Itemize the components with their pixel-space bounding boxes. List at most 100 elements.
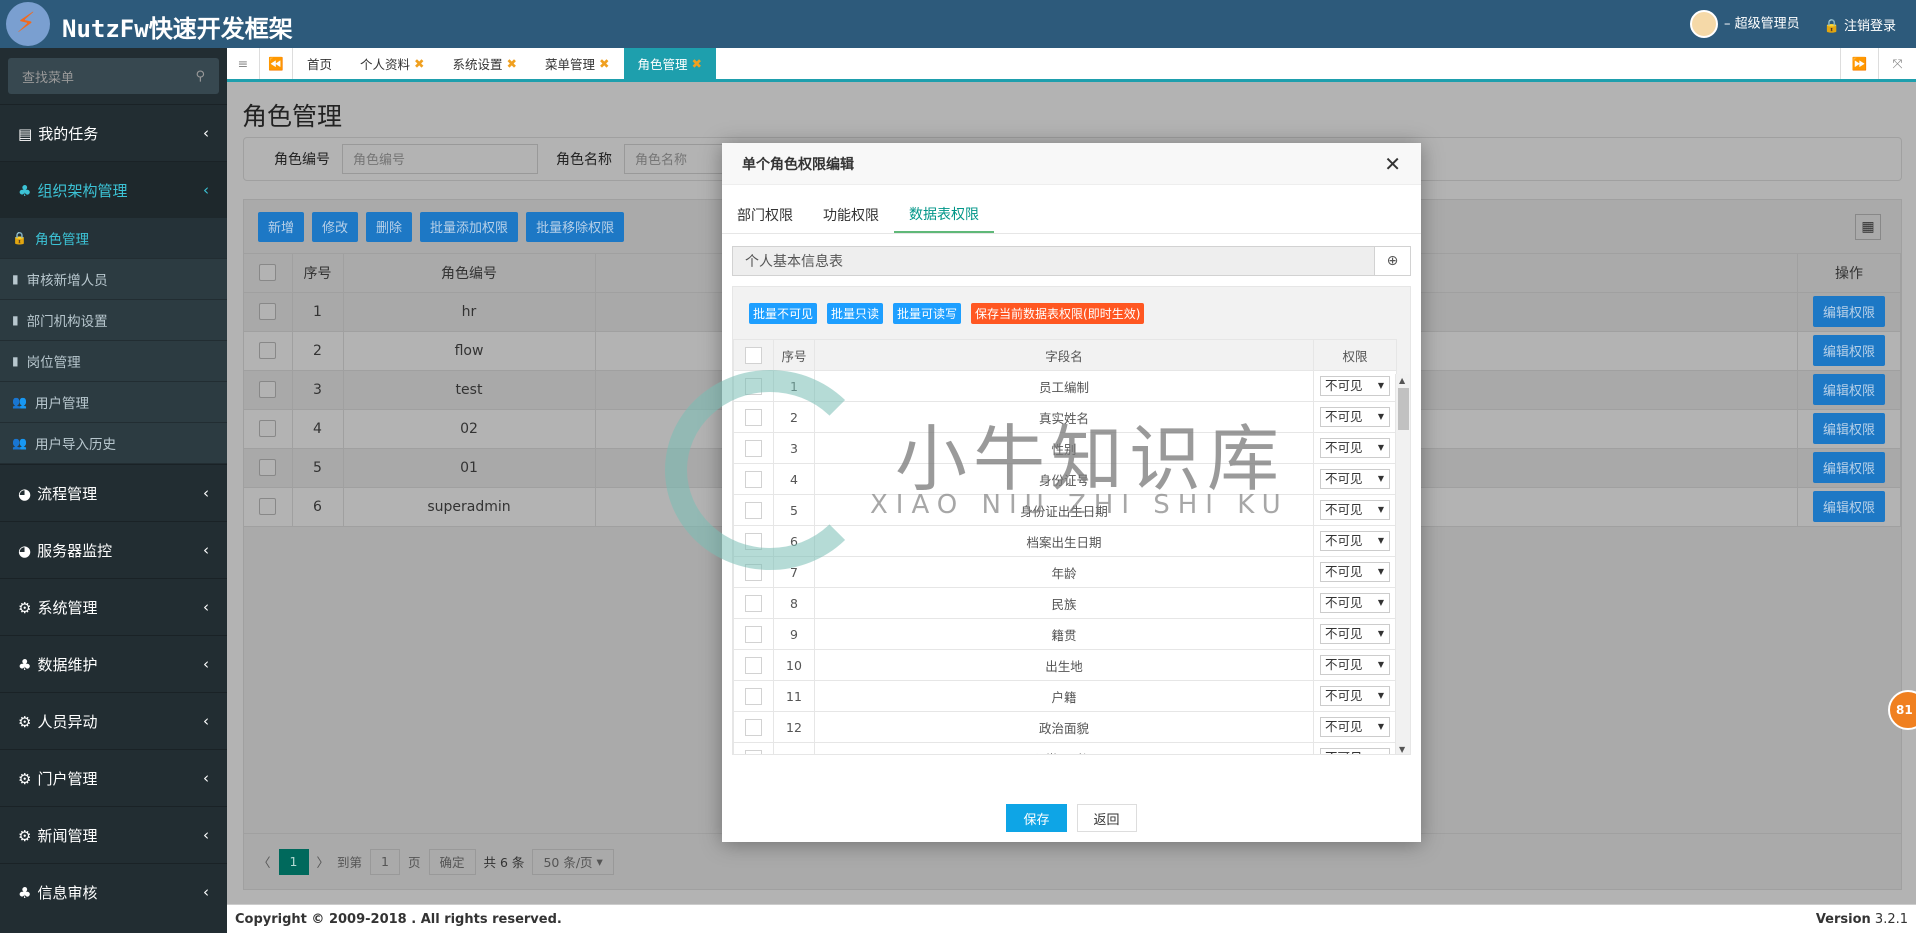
permission-select[interactable]: 不可见 <box>1320 562 1390 582</box>
sidebar-subitem[interactable]: ▮ 部门机构设置 <box>0 300 227 341</box>
row-checkbox[interactable] <box>259 381 277 398</box>
dialog-tab[interactable]: 功能权限 <box>823 196 894 233</box>
sidebar-subitem[interactable]: 👥 用户导入历史 <box>0 423 227 464</box>
page-size-select[interactable]: 50 条/页 ▾ <box>532 848 614 875</box>
row-checkbox[interactable] <box>259 420 277 437</box>
sidebar-item[interactable]: ◕ 流程管理 ‹ <box>0 464 227 521</box>
edit-permission-button[interactable]: 编辑权限 <box>1812 296 1885 327</box>
sidebar-item[interactable]: ♣ 信息审核 ‹ <box>0 863 227 920</box>
close-icon[interactable]: ✕ <box>1384 152 1401 176</box>
fullscreen-icon[interactable]: ⤧ <box>1878 48 1916 79</box>
edit-permission-button[interactable]: 编辑权限 <box>1812 374 1885 405</box>
batch-button[interactable]: 批量可读写 <box>893 302 962 324</box>
tab[interactable]: 角色管理 ✖ <box>623 48 717 79</box>
field-checkbox[interactable] <box>745 470 762 488</box>
edit-permission-button[interactable]: 编辑权限 <box>1812 452 1885 483</box>
sidebar-item[interactable]: ♣ 组织架构管理 ‹ <box>0 161 227 218</box>
sidebar-item[interactable]: ♣ 数据维护 ‹ <box>0 635 227 692</box>
field-checkbox[interactable] <box>745 563 762 581</box>
dialog-tab[interactable]: 部门权限 <box>737 196 808 233</box>
goto-page-input[interactable]: 1 <box>370 848 400 875</box>
toolbar-button[interactable]: 新增 <box>258 211 305 242</box>
close-tab-icon[interactable]: ✖ <box>692 56 702 71</box>
row-checkbox[interactable] <box>259 459 277 476</box>
field-checkbox[interactable] <box>745 718 762 736</box>
columns-icon[interactable]: ▦ <box>1855 214 1881 240</box>
edit-permission-button[interactable]: 编辑权限 <box>1812 335 1885 366</box>
table-select[interactable]: 个人基本信息表 ⊕ <box>732 246 1411 276</box>
field-checkbox[interactable] <box>745 749 762 754</box>
field-checkbox[interactable] <box>745 501 762 519</box>
tab[interactable]: 系统设置 ✖ <box>439 48 532 79</box>
prev-page-icon[interactable]: 〈 <box>258 852 271 871</box>
edit-permission-button[interactable]: 编辑权限 <box>1812 491 1885 522</box>
permission-select[interactable]: 不可见 <box>1320 407 1390 427</box>
close-tab-icon[interactable]: ✖ <box>599 56 609 71</box>
user-menu[interactable]: – 超级管理员 <box>1690 10 1800 38</box>
next-page-icon[interactable]: 〉 <box>317 852 330 871</box>
field-checkbox[interactable] <box>745 408 762 426</box>
scroll-right-icon[interactable]: ⏩ <box>1840 48 1878 79</box>
sidebar-item[interactable]: ⚙ 新闻管理 ‹ <box>0 806 227 863</box>
toolbar-button[interactable]: 批量移除权限 <box>526 211 625 242</box>
permission-select[interactable]: 不可见 <box>1320 748 1390 754</box>
field-checkbox[interactable] <box>745 687 762 705</box>
logout-button[interactable]: 🔒 注销登录 <box>1824 15 1896 34</box>
select-all-checkbox[interactable] <box>259 264 277 282</box>
sidebar-subitem[interactable]: 🔒 角色管理 <box>0 218 227 259</box>
batch-button[interactable]: 保存当前数据表权限(即时生效) <box>971 302 1145 324</box>
field-checkbox[interactable] <box>745 377 762 395</box>
permission-select[interactable]: 不可见 <box>1320 438 1390 458</box>
permission-select[interactable]: 不可见 <box>1320 469 1390 489</box>
permission-select[interactable]: 不可见 <box>1320 376 1390 396</box>
select-all-fields-checkbox[interactable] <box>745 346 762 364</box>
tab[interactable]: 个人资料 ✖ <box>346 48 439 79</box>
role-code-input[interactable] <box>342 144 538 174</box>
sidebar-subitem[interactable]: 👥 用户管理 <box>0 382 227 423</box>
dialog-tab[interactable]: 数据表权限 <box>894 196 994 233</box>
scroll-left-icon[interactable]: ⏪ <box>260 48 293 79</box>
goto-confirm-button[interactable]: 确定 <box>428 848 476 875</box>
permission-select[interactable]: 不可见 <box>1320 531 1390 551</box>
row-checkbox[interactable] <box>259 303 277 320</box>
download-icon[interactable]: ⊕ <box>1374 247 1410 275</box>
toolbar-button[interactable]: 修改 <box>312 211 359 242</box>
menu-search-input[interactable]: 查找菜单 ⚲ <box>8 58 219 94</box>
toolbar-button[interactable]: 批量添加权限 <box>420 211 519 242</box>
field-checkbox[interactable] <box>745 656 762 674</box>
field-checkbox[interactable] <box>745 439 762 457</box>
save-button[interactable]: 保存 <box>1006 804 1067 832</box>
sidebar-item[interactable]: ▤ 我的任务 ‹ <box>0 104 227 161</box>
search-icon[interactable]: ⚲ <box>195 69 205 84</box>
page-1[interactable]: 1 <box>278 848 309 875</box>
sidebar-item[interactable]: ◕ 服务器监控 ‹ <box>0 521 227 578</box>
tab[interactable]: 首页 <box>293 48 346 79</box>
toolbar-button[interactable]: 删除 <box>366 211 413 242</box>
batch-button[interactable]: 批量只读 <box>827 302 884 324</box>
field-checkbox[interactable] <box>745 594 762 612</box>
sidebar-item[interactable]: ⚙ 系统管理 ‹ <box>0 578 227 635</box>
sidebar-subitem[interactable]: ▮ 岗位管理 <box>0 341 227 382</box>
permission-select[interactable]: 不可见 <box>1320 686 1390 706</box>
tab[interactable]: 菜单管理 ✖ <box>531 48 624 79</box>
gears-icon: ⚙ <box>18 826 32 845</box>
close-tab-icon[interactable]: ✖ <box>414 56 424 71</box>
edit-permission-button[interactable]: 编辑权限 <box>1812 413 1885 444</box>
permission-select[interactable]: 不可见 <box>1320 500 1390 520</box>
close-tab-icon[interactable]: ✖ <box>507 56 517 71</box>
permission-select[interactable]: 不可见 <box>1320 624 1390 644</box>
field-checkbox[interactable] <box>745 625 762 643</box>
field-checkbox[interactable] <box>745 532 762 550</box>
row-checkbox[interactable] <box>259 342 277 359</box>
menu-toggle-icon[interactable]: ≡ <box>227 48 260 79</box>
sidebar-subitem[interactable]: ▮ 审核新增人员 <box>0 259 227 300</box>
batch-button[interactable]: 批量不可见 <box>749 302 818 324</box>
back-button[interactable]: 返回 <box>1076 804 1137 832</box>
permission-select[interactable]: 不可见 <box>1320 655 1390 675</box>
row-checkbox[interactable] <box>259 498 277 515</box>
field-scrollbar[interactable]: ▲ ▼ <box>1395 374 1410 754</box>
sidebar-item[interactable]: ⚙ 人员异动 ‹ <box>0 692 227 749</box>
permission-select[interactable]: 不可见 <box>1320 593 1390 613</box>
permission-select[interactable]: 不可见 <box>1320 717 1390 737</box>
sidebar-item[interactable]: ⚙ 门户管理 ‹ <box>0 749 227 806</box>
